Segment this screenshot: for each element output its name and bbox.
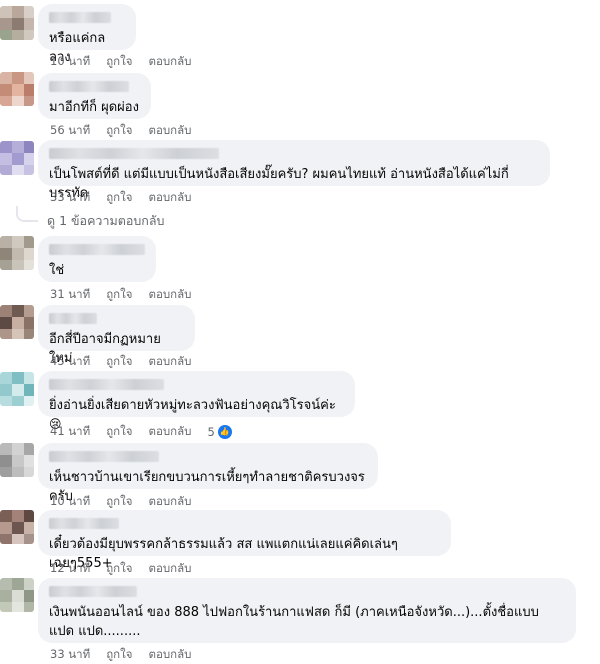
reply-button[interactable]: ตอบกลับ xyxy=(148,53,191,71)
thumbs-up-icon: 👍 xyxy=(217,425,232,439)
like-button[interactable]: ถูกใจ xyxy=(106,646,132,664)
reply-thread-line xyxy=(16,206,38,222)
comment-actions: 41 นาที ถูกใจ ตอบกลับ 5 👍 xyxy=(50,423,232,441)
comment-time: 56 นาที xyxy=(50,123,91,137)
comment-time: 45 นาที xyxy=(50,354,91,368)
reply-button[interactable]: ตอบกลับ xyxy=(148,189,191,207)
author-name[interactable] xyxy=(49,313,97,324)
comment-bubble: มาอีกทีก็ ผุดผ่อง xyxy=(38,73,151,119)
avatar[interactable] xyxy=(0,72,34,106)
comment-time: 33 นาที xyxy=(50,190,91,204)
comment-text: เงินพนันออนไลน์ ของ 888 ไปฟอกในร้านกาแฟส… xyxy=(49,605,539,639)
comment-actions: 10 นาที ถูกใจ ตอบกลับ xyxy=(50,53,191,71)
reaction-count-value: 5 xyxy=(207,425,215,439)
reply-button[interactable]: ตอบกลับ xyxy=(148,423,191,441)
comment-bubble: อีกสี่ปีอาจมีกฏหมายใหม่ xyxy=(38,305,195,366)
avatar[interactable] xyxy=(0,372,34,406)
like-button[interactable]: ถูกใจ xyxy=(106,560,132,578)
author-name[interactable] xyxy=(49,451,159,462)
comment-bubble: เงินพนันออนไลน์ ของ 888 ไปฟอกในร้านกาแฟส… xyxy=(38,578,576,643)
like-button[interactable]: ถูกใจ xyxy=(106,189,132,207)
comment-bubble: เดี๋ยวต้องมียุบพรรคกล้าธรรมแล้ว สส แพแตก… xyxy=(38,510,451,571)
comment-actions: 12 นาที ถูกใจ ตอบกลับ xyxy=(50,560,191,578)
author-name[interactable] xyxy=(49,81,129,92)
comment-actions: 31 นาที ถูกใจ ตอบกลับ xyxy=(50,286,191,304)
reply-button[interactable]: ตอบกลับ xyxy=(148,493,191,511)
comment-time: 41 นาที xyxy=(50,424,91,438)
comment-bubble: ยิ่งอ่านยิ่งเสียดายหัวหมู่ทะลวงฟันอย่างค… xyxy=(38,371,355,431)
author-name[interactable] xyxy=(49,244,145,255)
comment-actions: 10 นาที ถูกใจ ตอบกลับ xyxy=(50,493,191,511)
author-name[interactable] xyxy=(49,518,119,529)
reply-button[interactable]: ตอบกลับ xyxy=(148,122,191,140)
comment-bubble: ใช่ xyxy=(38,236,156,282)
comment-actions: 33 นาที ถูกใจ ตอบกลับ xyxy=(50,189,191,207)
like-button[interactable]: ถูกใจ xyxy=(106,286,132,304)
avatar[interactable] xyxy=(0,443,34,477)
like-button[interactable]: ถูกใจ xyxy=(106,423,132,441)
author-name[interactable] xyxy=(49,148,219,159)
comment-text-body: ยิ่งอ่านยิ่งเสียดายหัวหมู่ทะลวงฟันอย่างค… xyxy=(49,398,336,413)
comment-text: ใช่ xyxy=(49,263,65,278)
reply-button[interactable]: ตอบกลับ xyxy=(148,560,191,578)
author-name[interactable] xyxy=(49,586,137,597)
avatar[interactable] xyxy=(0,510,34,544)
comment-bubble: เป็นโพสต์ที่ดี แต่มีแบบเป็นหนังสือเสียงม… xyxy=(38,140,550,201)
author-name[interactable] xyxy=(49,379,164,390)
comment-text: มาอีกทีก็ ผุดผ่อง xyxy=(49,100,139,115)
like-button[interactable]: ถูกใจ xyxy=(106,353,132,371)
avatar[interactable] xyxy=(0,578,34,612)
comment-bubble: เห็นชาวบ้านเขาเรียกขบวนการเหี้ยๆทำลายชาต… xyxy=(38,443,378,504)
comment-time: 10 นาที xyxy=(50,494,91,508)
avatar[interactable] xyxy=(0,236,34,270)
like-button[interactable]: ถูกใจ xyxy=(106,493,132,511)
reply-button[interactable]: ตอบกลับ xyxy=(148,646,191,664)
avatar[interactable] xyxy=(0,6,34,40)
view-replies-link[interactable]: ดู 1 ข้อความตอบกลับ xyxy=(47,211,164,231)
reaction-count[interactable]: 5 👍 xyxy=(207,425,232,439)
comment-time: 12 นาที xyxy=(50,561,91,575)
comment-bubble: หรือแค่กลลวง xyxy=(38,4,136,65)
like-button[interactable]: ถูกใจ xyxy=(106,122,132,140)
author-name[interactable] xyxy=(49,12,111,23)
reply-button[interactable]: ตอบกลับ xyxy=(148,286,191,304)
comment-actions: 56 นาที ถูกใจ ตอบกลับ xyxy=(50,122,191,140)
avatar[interactable] xyxy=(0,141,34,175)
reply-button[interactable]: ตอบกลับ xyxy=(148,353,191,371)
avatar[interactable] xyxy=(0,305,34,339)
comment-actions: 45 นาที ถูกใจ ตอบกลับ xyxy=(50,353,191,371)
comment-time: 10 นาที xyxy=(50,54,91,68)
comment-time: 31 นาที xyxy=(50,287,91,301)
comment-time: 33 นาที xyxy=(50,647,91,661)
comment-actions: 33 นาที ถูกใจ ตอบกลับ xyxy=(50,646,191,664)
like-button[interactable]: ถูกใจ xyxy=(106,53,132,71)
